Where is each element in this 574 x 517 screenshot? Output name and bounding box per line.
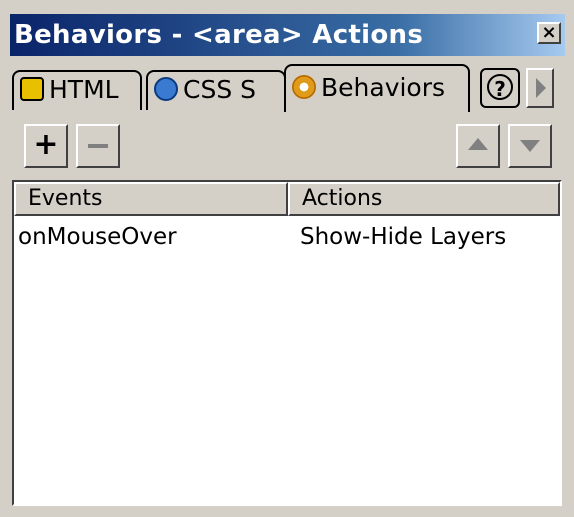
tab-behaviors-label: Behaviors: [321, 73, 446, 102]
tab-scroll-right-button[interactable]: [526, 68, 554, 108]
move-down-button[interactable]: [508, 124, 552, 168]
panel-tab-strip: HTML CSS S Behaviors ?: [12, 60, 565, 114]
column-header-events[interactable]: Events: [14, 182, 288, 216]
tab-behaviors[interactable]: Behaviors: [284, 64, 470, 112]
behaviors-panel: Behaviors - <area> Actions × HTML CSS S …: [0, 0, 574, 517]
html-tab-icon: [20, 77, 44, 101]
action-cell[interactable]: Show-Hide Layers: [300, 224, 506, 250]
tab-css-styles[interactable]: CSS S: [146, 70, 286, 110]
tab-html-label: HTML: [49, 75, 119, 104]
close-icon: ×: [541, 22, 557, 43]
help-icon: ?: [487, 74, 513, 101]
help-button[interactable]: ?: [480, 68, 520, 108]
tab-css-label: CSS S: [183, 75, 257, 104]
move-up-button[interactable]: [456, 124, 500, 168]
behaviors-list[interactable]: Events Actions onMouseOver Show-Hide Lay…: [12, 180, 562, 506]
remove-behavior-button[interactable]: [76, 124, 120, 168]
title-bar[interactable]: Behaviors - <area> Actions ×: [10, 14, 565, 56]
plus-icon: +: [33, 127, 59, 162]
event-cell[interactable]: onMouseOver: [18, 224, 177, 250]
tab-html[interactable]: HTML: [12, 70, 142, 110]
add-behavior-button[interactable]: +: [24, 124, 68, 168]
column-header-actions[interactable]: Actions: [288, 182, 560, 216]
window-title: Behaviors - <area> Actions: [14, 20, 424, 50]
css-tab-icon: [154, 77, 178, 101]
close-button[interactable]: ×: [537, 22, 561, 44]
behaviors-gear-icon: [292, 75, 316, 99]
